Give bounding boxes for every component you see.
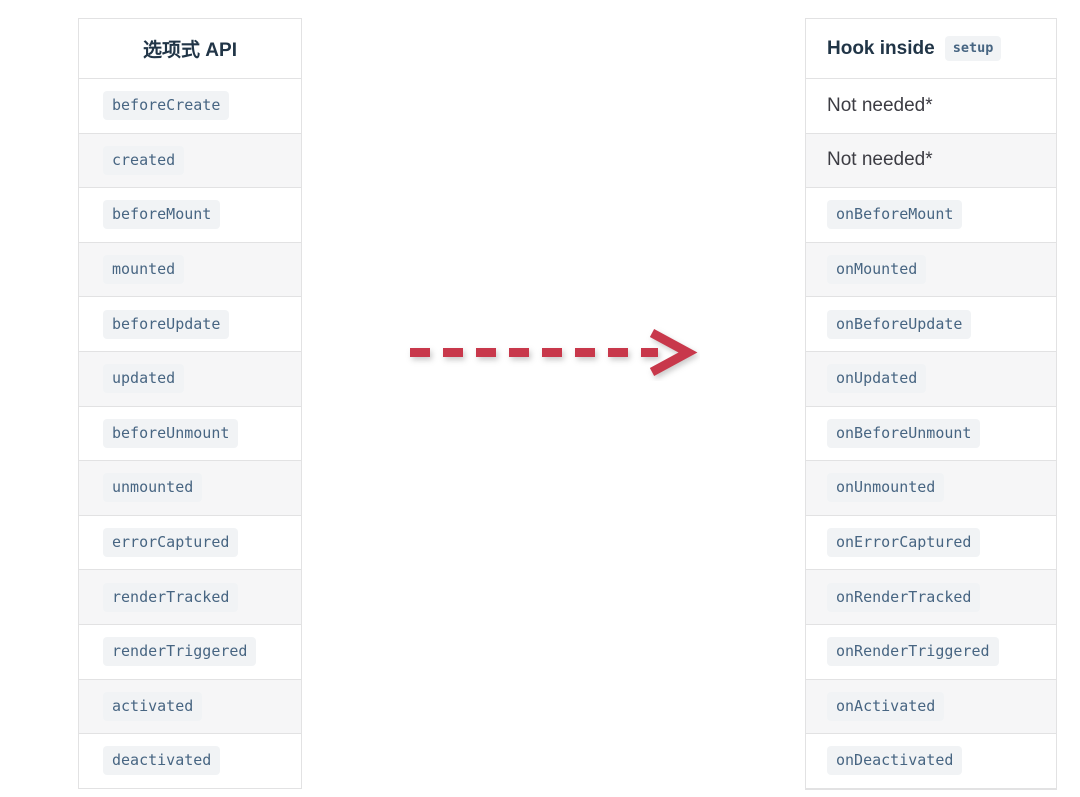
table-row: mounted: [79, 242, 301, 298]
hook-code-chip: onBeforeMount: [827, 200, 963, 230]
table-row: onMounted: [806, 242, 1056, 298]
hook-code-chip: deactivated: [103, 746, 221, 776]
table-row: deactivated: [79, 734, 301, 789]
hook-code-chip: onMounted: [827, 255, 927, 285]
table-row: beforeCreate: [79, 79, 301, 134]
hook-code-chip: onUnmounted: [827, 473, 945, 503]
composition-api-table-body: Not needed* Not needed* onBeforeMount onMou…: [806, 79, 1056, 789]
setup-code-chip: setup: [944, 35, 1002, 62]
hook-code-chip: beforeCreate: [103, 91, 230, 121]
hook-code-chip: beforeUpdate: [103, 309, 230, 339]
hook-code-chip: onActivated: [827, 691, 945, 721]
hook-code-chip: onRenderTracked: [827, 582, 981, 612]
hook-text: Not needed*: [827, 149, 933, 171]
table-row: unmounted: [79, 461, 301, 516]
hook-code-chip: renderTriggered: [103, 637, 257, 667]
hook-code-chip: onUpdated: [827, 364, 927, 394]
composition-api-table: Hook inside setup Not needed* Not needed*…: [805, 18, 1057, 790]
hook-text: Not needed*: [827, 94, 933, 116]
table-row: errorCaptured: [79, 515, 301, 571]
hook-code-chip: updated: [103, 364, 185, 394]
table-row: onUnmounted: [806, 461, 1056, 516]
options-api-table: 选项式 API beforeCreate created beforeMount mo…: [78, 18, 302, 789]
hook-code-chip: onBeforeUpdate: [827, 309, 972, 339]
hook-code-chip: onDeactivated: [827, 746, 963, 776]
hook-code-chip: created: [103, 145, 185, 175]
table-row: beforeMount: [79, 188, 301, 243]
hook-code-chip: beforeMount: [103, 200, 221, 230]
table-row: beforeUnmount: [79, 406, 301, 462]
dashed-arrow-right-icon: [410, 329, 698, 376]
table-row: onUpdated: [806, 351, 1056, 407]
hook-code-chip: mounted: [103, 255, 185, 285]
options-api-table-body: beforeCreate created beforeMount mounted bef…: [79, 79, 301, 789]
hook-code-chip: errorCaptured: [103, 528, 239, 558]
table-row: onErrorCaptured: [806, 515, 1056, 571]
hook-code-chip: activated: [103, 691, 203, 721]
table-row: onBeforeUnmount: [806, 406, 1056, 462]
table-row: created: [79, 133, 301, 189]
table-row: onBeforeMount: [806, 188, 1056, 243]
hook-code-chip: onRenderTriggered: [827, 637, 999, 667]
options-api-header-label: 选项式 API: [143, 40, 237, 61]
table-row: renderTracked: [79, 570, 301, 625]
hook-code-chip: onBeforeUnmount: [827, 418, 981, 448]
table-row: Not needed*: [806, 133, 1056, 189]
table-row: beforeUpdate: [79, 297, 301, 352]
table-row: onActivated: [806, 679, 1056, 735]
table-row: onRenderTriggered: [806, 624, 1056, 680]
hook-code-chip: renderTracked: [103, 582, 239, 612]
table-row: onRenderTracked: [806, 570, 1056, 625]
hook-code-chip: onErrorCaptured: [827, 528, 981, 558]
hook-code-chip: beforeUnmount: [103, 418, 239, 448]
table-row: activated: [79, 679, 301, 735]
table-row: updated: [79, 351, 301, 407]
options-api-table-header: 选项式 API: [79, 19, 301, 79]
composition-api-table-header: Hook inside setup: [806, 19, 1056, 79]
table-row: onDeactivated: [806, 734, 1056, 789]
table-row: onBeforeUpdate: [806, 297, 1056, 352]
composition-api-header-label: Hook inside: [827, 37, 935, 59]
hook-code-chip: unmounted: [103, 473, 203, 503]
table-row: Not needed*: [806, 79, 1056, 134]
table-row: renderTriggered: [79, 624, 301, 680]
